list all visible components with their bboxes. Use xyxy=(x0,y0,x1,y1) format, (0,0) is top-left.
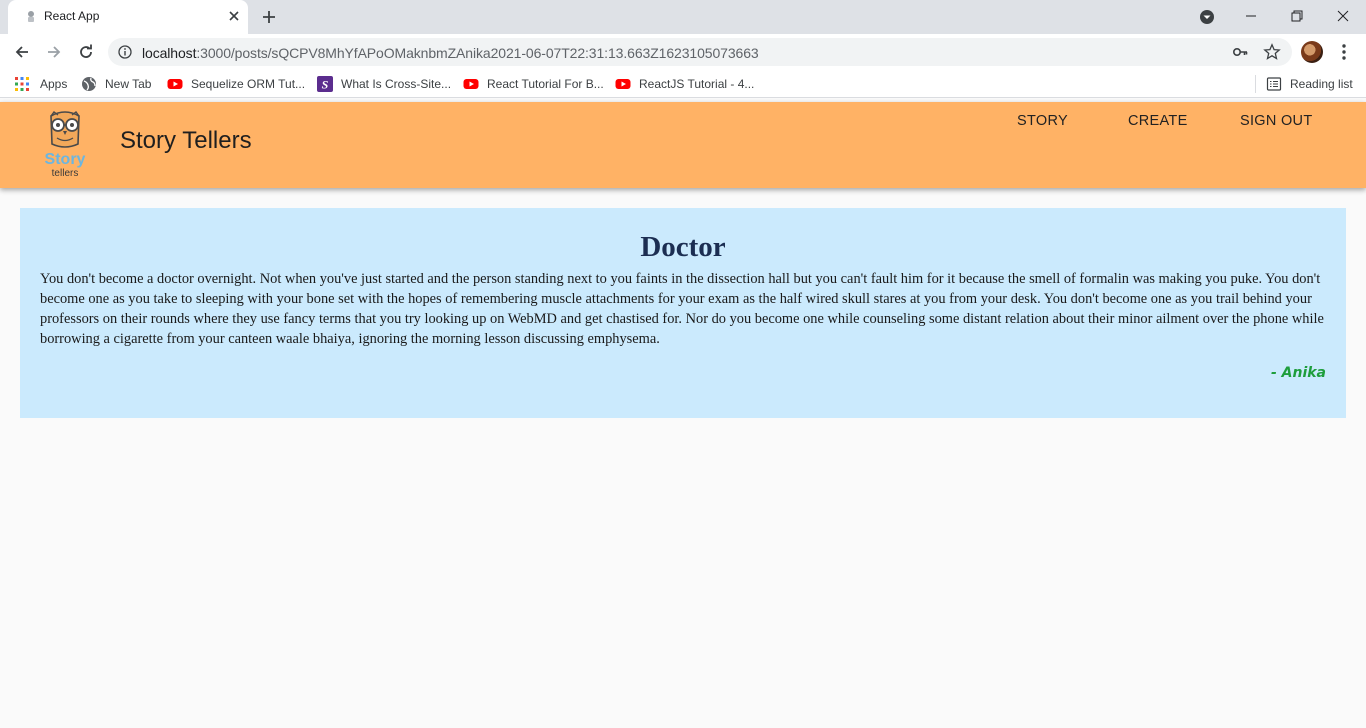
window-close-button[interactable] xyxy=(1320,0,1366,32)
url-path: :3000/posts/sQCPV8MhYfAPoOMaknbmZAnika20… xyxy=(196,45,759,61)
tab-close-icon[interactable] xyxy=(226,8,242,24)
window-minimize-button[interactable] xyxy=(1228,0,1274,32)
url-text[interactable]: localhost:3000/posts/sQCPV8MhYfAPoOMaknb… xyxy=(142,45,759,61)
minimize-icon xyxy=(1246,15,1256,17)
key-icon[interactable] xyxy=(1232,44,1248,60)
reading-list-button[interactable]: Reading list xyxy=(1266,76,1353,92)
reading-list-icon xyxy=(1266,77,1282,91)
more-vertical-icon[interactable] xyxy=(1336,43,1352,61)
tab-title: React App xyxy=(44,9,100,23)
reload-button[interactable] xyxy=(74,40,98,64)
nav-sign-out-link[interactable]: SIGN OUT xyxy=(1240,113,1313,129)
window-restore-button[interactable] xyxy=(1274,0,1320,32)
bookmark-label: React Tutorial For B... xyxy=(487,77,604,91)
bookmarks-separator xyxy=(1255,75,1256,93)
story-author: - Anika xyxy=(1270,365,1326,381)
browser-tab-strip: React App xyxy=(0,0,1366,34)
bookmark-sequelize[interactable]: Sequelize ORM Tut... xyxy=(167,76,305,92)
bookmark-react-tutorial[interactable]: React Tutorial For B... xyxy=(463,76,604,92)
bookmark-label: Sequelize ORM Tut... xyxy=(191,77,306,91)
s-logo-icon: S xyxy=(317,76,333,92)
bookmark-label: What Is Cross-Site... xyxy=(341,77,452,91)
site-info-icon[interactable] xyxy=(118,45,132,59)
reload-icon xyxy=(80,44,92,58)
logo-word-story: Story xyxy=(45,151,86,168)
close-icon xyxy=(1337,10,1349,22)
address-bar[interactable]: localhost:3000/posts/sQCPV8MhYfAPoOMaknb… xyxy=(108,38,1292,66)
app-header: Story tellers Story Tellers STORY CREATE… xyxy=(0,102,1366,188)
youtube-icon xyxy=(167,79,183,89)
apps-grid-icon xyxy=(15,77,29,91)
bookmark-new-tab[interactable]: New Tab xyxy=(81,76,151,92)
bookmark-label: ReactJS Tutorial - 4... xyxy=(639,77,755,91)
story-tellers-logo[interactable]: Story tellers xyxy=(36,110,94,180)
bookmark-label: Apps xyxy=(40,77,68,91)
app-title[interactable]: Story Tellers xyxy=(120,127,252,155)
bookmark-reactjs-tutorial[interactable]: ReactJS Tutorial - 4... xyxy=(615,76,754,92)
profile-avatar[interactable] xyxy=(1301,41,1323,63)
bookmarks-bar: Apps New Tab Sequelize ORM Tut... S What… xyxy=(0,70,1366,98)
story-title: Doctor xyxy=(640,231,726,263)
react-favicon-icon xyxy=(28,11,34,22)
story-card: Doctor You don't become a doctor overnig… xyxy=(20,208,1346,418)
bookmark-label: New Tab xyxy=(105,77,152,91)
browser-toolbar: localhost:3000/posts/sQCPV8MhYfAPoOMaknb… xyxy=(0,34,1366,70)
story-body: You don't become a doctor overnight. Not… xyxy=(40,271,1324,347)
arrow-left-icon xyxy=(15,46,28,58)
nav-create-link[interactable]: CREATE xyxy=(1128,113,1188,129)
nav-story-link[interactable]: STORY xyxy=(1017,113,1068,129)
bookmark-apps[interactable]: Apps xyxy=(14,76,67,92)
youtube-icon xyxy=(615,79,631,89)
bookmark-star-icon[interactable] xyxy=(1263,43,1281,61)
bookmark-cross-site[interactable]: S What Is Cross-Site... xyxy=(317,76,451,92)
new-tab-plus-icon[interactable] xyxy=(260,8,278,26)
url-host: localhost xyxy=(142,45,197,61)
browser-tab-active[interactable]: React App xyxy=(8,0,248,34)
tab-search-icon[interactable] xyxy=(1198,8,1216,26)
reading-list-label: Reading list xyxy=(1290,77,1353,91)
globe-icon xyxy=(82,77,96,91)
youtube-icon xyxy=(463,79,479,89)
svg-text:S: S xyxy=(322,78,329,92)
restore-icon xyxy=(1291,10,1303,22)
forward-button[interactable] xyxy=(42,40,66,64)
arrow-right-icon xyxy=(48,46,61,58)
logo-word-tellers: tellers xyxy=(52,168,79,179)
back-button[interactable] xyxy=(10,40,34,64)
